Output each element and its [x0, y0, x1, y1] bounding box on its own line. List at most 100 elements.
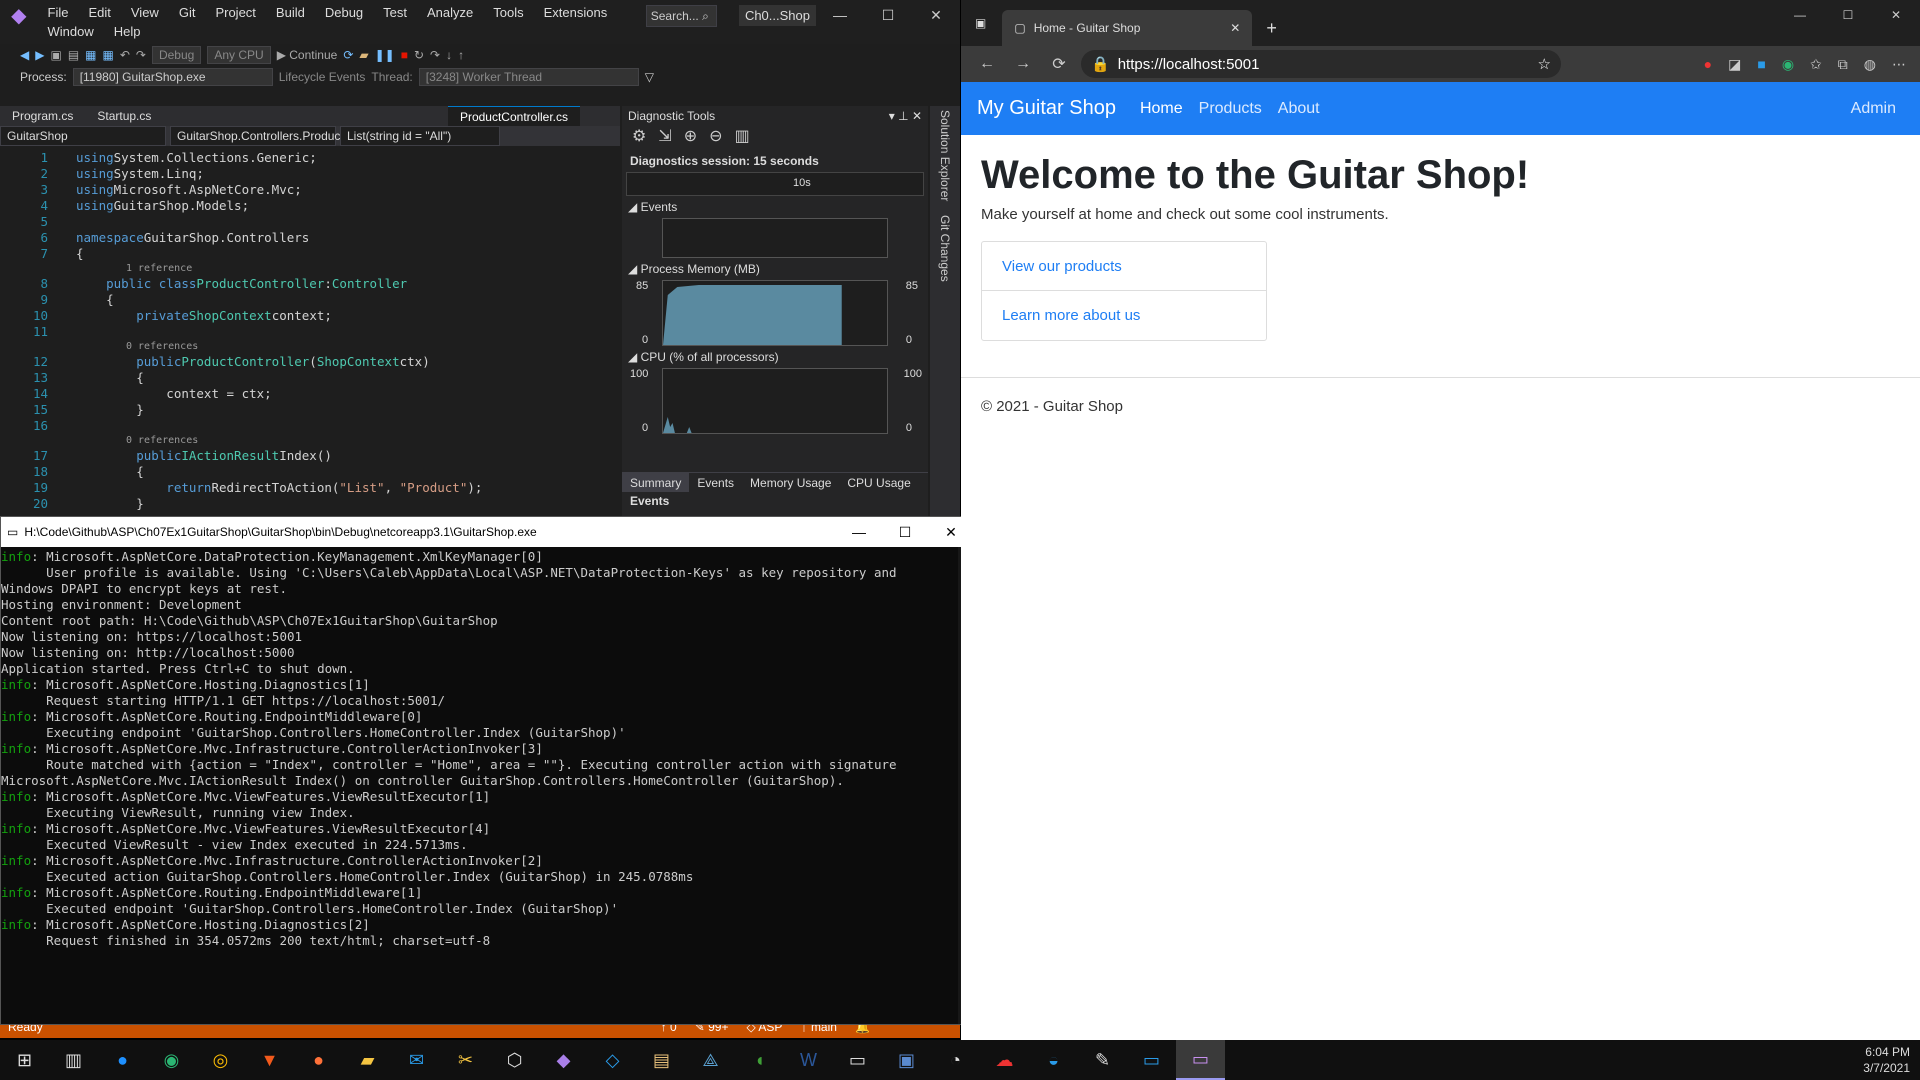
codelens[interactable]: 0 references: [0, 434, 620, 448]
folder-icon[interactable]: ▰: [359, 48, 368, 62]
firefox-icon[interactable]: ●: [294, 1040, 343, 1080]
step-into-icon[interactable]: ↓: [446, 48, 452, 62]
pen-tool-icon[interactable]: ✎: [1078, 1040, 1127, 1080]
tab-actions-icon[interactable]: ▣: [961, 16, 986, 30]
menu-git[interactable]: Git: [169, 3, 206, 22]
new-tab-icon[interactable]: +: [1252, 10, 1291, 46]
diag-tab-cpu-usage[interactable]: CPU Usage: [839, 473, 918, 492]
session-timeline[interactable]: 10s: [626, 172, 924, 196]
mongodb-icon[interactable]: ◖: [735, 1040, 784, 1080]
events-section-title[interactable]: ◢ Events: [622, 196, 928, 218]
collections-icon[interactable]: ⧉: [1838, 56, 1848, 73]
s-extension-icon[interactable]: ■: [1757, 56, 1765, 73]
nav-about[interactable]: About: [1278, 100, 1320, 118]
save-icon[interactable]: ▦: [85, 48, 96, 62]
menu-analyze[interactable]: Analyze: [417, 3, 483, 22]
game-icon[interactable]: ☁: [980, 1040, 1029, 1080]
menu-debug[interactable]: Debug: [315, 3, 373, 22]
nav-dropdown[interactable]: GuitarShop: [0, 126, 166, 146]
step-out-icon[interactable]: ↑: [458, 48, 464, 62]
tab-startup-cs[interactable]: Startup.cs: [85, 106, 163, 126]
pause-icon[interactable]: ❚❚: [375, 48, 395, 62]
edge-minimize-icon[interactable]: —: [1776, 0, 1824, 30]
task-view-icon[interactable]: ▥: [49, 1040, 98, 1080]
side-tab-solution-explorer[interactable]: Solution Explorer: [938, 110, 952, 201]
diag-tab-events[interactable]: Events: [689, 473, 742, 492]
browser-tab[interactable]: ▢ Home - Guitar Shop ✕: [1002, 10, 1253, 46]
learn-more-link[interactable]: Learn more about us: [982, 291, 1266, 340]
edge-maximize-icon[interactable]: ☐: [1824, 0, 1872, 30]
open-icon[interactable]: ▤: [68, 48, 79, 62]
forward-arrow-icon[interactable]: →: [1009, 55, 1037, 73]
menu-project[interactable]: Project: [205, 3, 265, 22]
mail-icon[interactable]: ✉: [392, 1040, 441, 1080]
visual-studio-icon[interactable]: ◆: [539, 1040, 588, 1080]
app-icon[interactable]: ▣: [882, 1040, 931, 1080]
continue-button[interactable]: ▶ Continue: [277, 48, 338, 62]
profile-avatar-icon[interactable]: ◍: [1864, 56, 1876, 73]
steam-icon[interactable]: ◔: [931, 1040, 980, 1080]
vscode-icon[interactable]: ◇: [588, 1040, 637, 1080]
minimize-icon[interactable]: —: [816, 0, 864, 30]
forward-icon[interactable]: ▶: [35, 48, 44, 62]
docker-icon[interactable]: ◒: [1029, 1040, 1078, 1080]
configuration-dropdown[interactable]: Debug: [151, 46, 202, 64]
nav-dropdown[interactable]: GuitarShop.Controllers.Product: [170, 126, 344, 146]
address-bar[interactable]: 🔒 https://localhost:5001 ☆: [1081, 50, 1561, 78]
menu-build[interactable]: Build: [266, 3, 315, 22]
menu-tools[interactable]: Tools: [483, 3, 533, 22]
refresh-icon[interactable]: ⟳: [343, 48, 353, 62]
undo-icon[interactable]: ↶: [120, 48, 130, 62]
more-menu-icon[interactable]: ⋯: [1892, 56, 1906, 73]
windows-start-icon[interactable]: ⊞: [0, 1040, 49, 1080]
nav-admin[interactable]: Admin: [1851, 100, 1896, 118]
tab-close-icon[interactable]: ✕: [1230, 21, 1240, 35]
window-app-icon[interactable]: ▭: [1127, 1040, 1176, 1080]
codelens[interactable]: 1 reference: [0, 262, 620, 276]
diag-tab-memory-usage[interactable]: Memory Usage: [742, 473, 839, 492]
favorites-icon[interactable]: ✩: [1810, 56, 1822, 73]
reset-view-icon[interactable]: ▥: [735, 126, 750, 150]
chrome-icon[interactable]: ◎: [196, 1040, 245, 1080]
console-output[interactable]: info: Microsoft.AspNetCore.DataProtectio…: [1, 547, 974, 1024]
system-clock[interactable]: 6:04 PM 3/7/2021: [1863, 1044, 1910, 1076]
console-maximize-icon[interactable]: ☐: [882, 524, 928, 541]
diag-tab-summary[interactable]: Summary: [622, 473, 690, 492]
zoom-out-icon[interactable]: ⊖: [709, 126, 722, 150]
thread-dropdown[interactable]: [3248] Worker Thread: [418, 68, 639, 86]
console-minimize-icon[interactable]: —: [836, 524, 882, 541]
site-brand[interactable]: My Guitar Shop: [977, 97, 1116, 120]
menu-help[interactable]: Help: [104, 22, 151, 41]
edge-close-icon[interactable]: ✕: [1872, 0, 1920, 30]
extension-icon[interactable]: ◪: [1728, 56, 1741, 73]
close-icon[interactable]: ✕: [912, 0, 960, 30]
back-icon[interactable]: ◀: [20, 48, 29, 62]
solution-name[interactable]: Ch0...Shop: [738, 5, 816, 26]
word-icon[interactable]: W: [784, 1040, 833, 1080]
favorite-star-icon[interactable]: ☆: [1538, 55, 1551, 73]
side-tab-git-changes[interactable]: Git Changes: [938, 215, 952, 282]
nav-home[interactable]: Home: [1140, 100, 1183, 118]
pin-icon[interactable]: ▾ ⊥ ✕: [889, 109, 922, 123]
back-arrow-icon[interactable]: ←: [973, 55, 1001, 73]
stop-icon[interactable]: ■: [401, 48, 408, 62]
restart-icon[interactable]: ↻: [414, 48, 424, 62]
menu-file[interactable]: File: [38, 3, 79, 22]
file-explorer-icon[interactable]: ▰: [343, 1040, 392, 1080]
brave-icon[interactable]: ▼: [245, 1040, 294, 1080]
menu-test[interactable]: Test: [373, 3, 417, 22]
nav-dropdown[interactable]: List(string id = "All"): [340, 126, 500, 146]
menu-window[interactable]: Window: [38, 22, 104, 41]
snip-tool-icon[interactable]: ✂: [441, 1040, 490, 1080]
view-products-link[interactable]: View our products: [982, 242, 1266, 291]
firefox-dev-icon[interactable]: ●: [98, 1040, 147, 1080]
lifecycle-events[interactable]: Lifecycle Events: [279, 70, 366, 84]
platform-dropdown[interactable]: Any CPU: [207, 46, 271, 64]
nav-products[interactable]: Products: [1199, 100, 1262, 118]
process-dropdown[interactable]: [11980] GuitarShop.exe: [72, 68, 273, 86]
vs-search-box[interactable]: Search... ⌕: [645, 5, 717, 27]
console-app-icon[interactable]: ▭: [1176, 1040, 1225, 1080]
menu-edit[interactable]: Edit: [78, 3, 120, 22]
code-area[interactable]: 1 using System.Collections.Generic; 2 using…: [0, 146, 620, 512]
redo-icon[interactable]: ↷: [136, 48, 146, 62]
